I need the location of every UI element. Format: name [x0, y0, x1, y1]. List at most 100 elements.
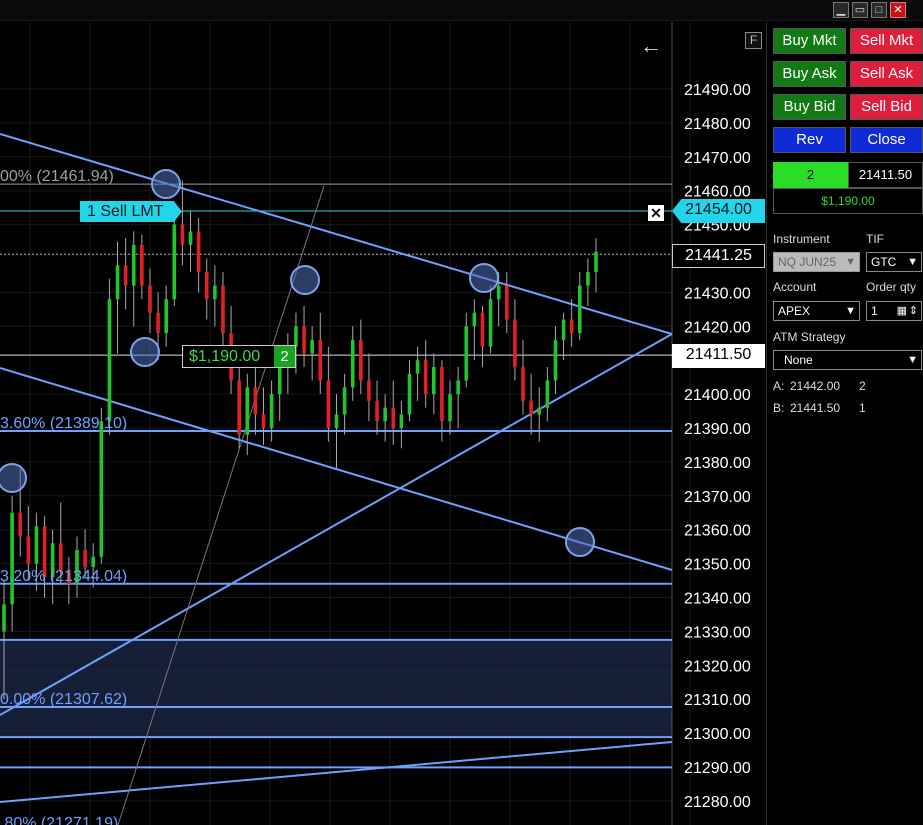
candle-body	[545, 380, 550, 408]
calculator-icon[interactable]: ▦	[897, 302, 907, 320]
reverse-button[interactable]: Rev	[773, 127, 846, 153]
candle-body	[464, 326, 469, 381]
buy-bid-button[interactable]: Buy Bid	[773, 94, 846, 120]
order-qty-input[interactable]: 1 ▦ ⇕	[866, 301, 922, 321]
entry-price-marker: 21411.50	[672, 344, 765, 368]
chevron-down-icon: ▼	[907, 354, 918, 366]
sell-bid-button[interactable]: Sell Bid	[850, 94, 923, 120]
candle-body	[2, 604, 6, 632]
cancel-order-icon[interactable]: ✕	[648, 205, 664, 221]
candle-body	[407, 373, 412, 415]
marker-circle	[565, 527, 595, 557]
candle-body	[561, 319, 566, 340]
bid-size: 1	[859, 401, 866, 415]
candle-body	[269, 394, 274, 428]
candle-body	[415, 360, 420, 374]
candle-body	[302, 326, 306, 354]
atm-strategy-value: None	[784, 353, 813, 367]
candle-body	[310, 339, 314, 354]
sell-market-button[interactable]: Sell Mkt	[850, 28, 923, 54]
candle-body	[391, 407, 396, 428]
buy-market-button[interactable]: Buy Mkt	[773, 28, 846, 54]
close-position-button[interactable]: Close	[850, 127, 923, 153]
candle-body	[456, 380, 460, 395]
candle-body	[367, 380, 371, 401]
atm-strategy-select[interactable]: None ▼	[773, 350, 922, 370]
candle-body	[577, 285, 582, 334]
minimize-icon[interactable]: ▁	[833, 2, 849, 18]
atm-strategy-label: ATM Strategy	[773, 330, 846, 344]
spinner-icon[interactable]: ⇕	[909, 302, 918, 320]
price-chart[interactable]: 00% (21461.94) 3.60% (21389.10) 3.20% (213…	[0, 22, 765, 825]
fib-level-label: .80% (21271.19)	[0, 815, 118, 825]
candle-body	[140, 244, 144, 286]
order-price-marker[interactable]: 21454.00	[672, 199, 765, 223]
candle-body	[123, 265, 128, 286]
candle-body	[375, 400, 379, 422]
candle-body	[180, 224, 185, 245]
restore-icon[interactable]: ▭	[852, 2, 868, 18]
candle-body	[26, 536, 31, 564]
account-value: APEX	[778, 304, 811, 318]
candle-body	[586, 272, 590, 286]
price-axis-label: 21430.00	[684, 285, 751, 302]
price-axis-label: 21330.00	[684, 624, 751, 641]
candle-body	[148, 285, 152, 313]
candle-body	[188, 231, 193, 245]
candle-body	[359, 339, 363, 381]
chart-canvas[interactable]: 00% (21461.94) 3.60% (21389.10) 3.20% (213…	[0, 22, 765, 825]
candle-body	[472, 312, 477, 327]
chevron-down-icon: ▼	[845, 256, 856, 268]
price-axis-label: 21490.00	[684, 82, 751, 99]
last-price-marker: 21441.25	[672, 244, 765, 268]
pnl-value: $1,190.00	[189, 348, 261, 365]
tif-value: GTC	[871, 255, 897, 269]
order-qty-value: 1	[871, 304, 878, 318]
candle-body	[91, 556, 96, 567]
instrument-label: Instrument	[773, 232, 830, 246]
sell-limit-order-tag[interactable]: 1 Sell LMT	[80, 201, 182, 222]
chart-f-button[interactable]: F	[745, 32, 762, 49]
sell-ask-button[interactable]: Sell Ask	[850, 61, 923, 87]
candle-body	[326, 380, 331, 428]
fib-level-label: 00% (21461.94)	[0, 168, 114, 185]
candle-body	[18, 512, 23, 537]
candle-body	[115, 265, 120, 300]
position-pnl: $1,190.00	[773, 188, 923, 214]
instrument-value: NQ JUN25	[778, 255, 837, 269]
close-icon[interactable]: ✕	[890, 2, 906, 18]
fib-zone	[0, 639, 672, 738]
price-axis-label: 21420.00	[684, 319, 751, 336]
price-axis-label: 21470.00	[684, 150, 751, 167]
candle-body	[432, 366, 436, 395]
order-qty-label: Order qty	[866, 280, 917, 294]
window-titlebar: ▁ ▭ □ ✕	[0, 0, 923, 21]
candle-body	[569, 319, 574, 334]
tif-select[interactable]: GTC ▼	[866, 252, 922, 272]
position-pnl-tag[interactable]: $1,190.00 2	[182, 345, 296, 368]
candle-body	[253, 387, 258, 415]
price-axis-label: 21360.00	[684, 523, 751, 540]
candle-body	[107, 299, 112, 422]
trend-line	[0, 741, 673, 803]
candle-body	[334, 414, 339, 428]
ask-label: A:	[773, 379, 785, 393]
candle-body	[164, 299, 168, 334]
candle-body	[261, 414, 266, 428]
position-qty: 2	[773, 162, 848, 188]
candle-body	[99, 421, 104, 557]
buy-ask-button[interactable]: Buy Ask	[773, 61, 846, 87]
marker-circle	[0, 463, 27, 493]
marker-circle	[130, 337, 160, 367]
account-select[interactable]: APEX ▼	[773, 301, 860, 321]
candle-body	[350, 339, 355, 388]
maximize-icon[interactable]: □	[871, 2, 887, 18]
account-label: Account	[773, 280, 817, 294]
marker-circle	[469, 263, 499, 293]
candle-body	[237, 380, 241, 435]
back-arrow-icon[interactable]: ←	[640, 35, 664, 57]
candle-body	[58, 543, 63, 571]
candle-body	[448, 394, 452, 422]
candle-body	[294, 326, 298, 347]
bid-label: B:	[773, 401, 785, 415]
